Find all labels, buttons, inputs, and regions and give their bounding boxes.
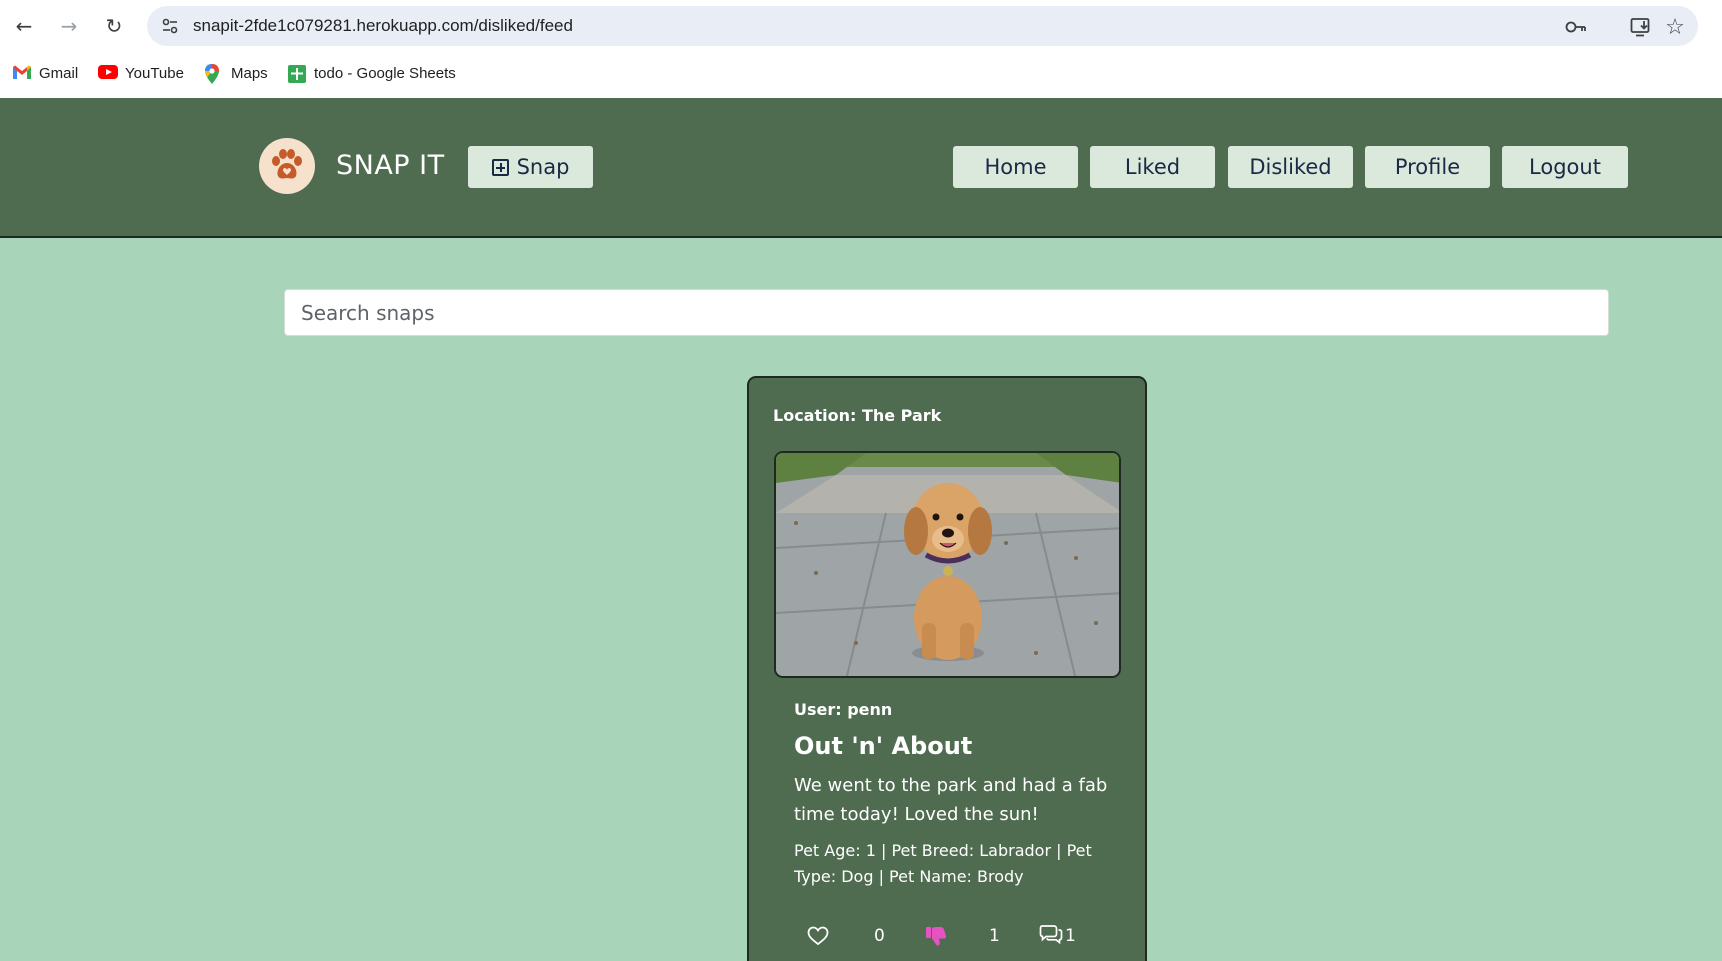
reload-icon[interactable]: ↻	[98, 10, 130, 42]
install-app-icon[interactable]	[1629, 15, 1653, 39]
bookmark-label: todo - Google Sheets	[314, 64, 456, 82]
snap-button-label: Snap	[516, 155, 570, 179]
like-count: 0	[874, 926, 885, 946]
site-header: SNAP IT Snap Home Liked Disliked Profile…	[0, 98, 1722, 238]
password-key-icon[interactable]	[1564, 15, 1588, 39]
back-arrow-icon[interactable]: ←	[8, 10, 40, 42]
nav-disliked-button[interactable]: Disliked	[1228, 146, 1353, 188]
post-photo[interactable]	[774, 451, 1121, 678]
nav-profile-button[interactable]: Profile	[1365, 146, 1490, 188]
nav-home-button[interactable]: Home	[953, 146, 1078, 188]
post-title: Out 'n' About	[794, 732, 973, 760]
sheets-icon	[287, 64, 307, 83]
bookmark-gmail[interactable]: Gmail	[12, 62, 78, 84]
browser-chrome: ← → ↻ snapit-2fde1c079281.herokuapp.com/…	[0, 0, 1722, 98]
plus-square-icon	[491, 158, 509, 176]
comment-count: 1	[1065, 926, 1076, 946]
bookmark-maps[interactable]: Maps	[204, 62, 268, 84]
url-text[interactable]: snapit-2fde1c079281.herokuapp.com/dislik…	[193, 16, 573, 36]
brand-title[interactable]: SNAP IT	[336, 150, 445, 181]
bookmark-youtube[interactable]: YouTube	[98, 62, 184, 84]
site-info-icon[interactable]	[159, 15, 181, 37]
search-input[interactable]	[284, 289, 1609, 336]
snap-button[interactable]: Snap	[468, 146, 593, 188]
bookmark-label: Maps	[231, 64, 268, 82]
address-bar[interactable]: snapit-2fde1c079281.herokuapp.com/dislik…	[147, 6, 1698, 46]
post-user: User: penn	[794, 700, 893, 719]
post-location: Location: The Park	[773, 406, 942, 425]
nav-logout-button[interactable]: Logout	[1502, 146, 1628, 188]
maps-icon	[204, 64, 224, 84]
forward-arrow-icon[interactable]: →	[53, 10, 85, 42]
bookmarks-bar: Gmail YouTube Maps todo - Google Sheets	[0, 58, 1722, 88]
paw-logo-icon[interactable]	[259, 138, 315, 194]
dislike-count: 1	[989, 926, 1000, 946]
post-pet-details: Pet Age: 1 | Pet Breed: Labrador | Pet T…	[794, 841, 1092, 886]
post-actions: 0 1 1	[807, 922, 1107, 950]
thumbs-down-icon[interactable]	[925, 922, 947, 950]
snap-card: Location: The Park User: penn Out 'n' Ab…	[747, 376, 1147, 961]
nav-liked-button[interactable]: Liked	[1090, 146, 1215, 188]
gmail-icon	[12, 64, 32, 82]
bookmark-label: YouTube	[125, 64, 184, 82]
bookmark-label: Gmail	[39, 64, 79, 82]
bookmark-star-icon[interactable]: ☆	[1663, 15, 1687, 40]
youtube-icon	[98, 64, 118, 82]
post-description: We went to the park and had a fab time t…	[794, 775, 1108, 825]
bookmark-sheets[interactable]: todo - Google Sheets	[287, 62, 456, 84]
heart-icon[interactable]	[807, 922, 829, 950]
comment-button[interactable]: 1	[1039, 922, 1076, 950]
comments-icon	[1039, 924, 1063, 949]
